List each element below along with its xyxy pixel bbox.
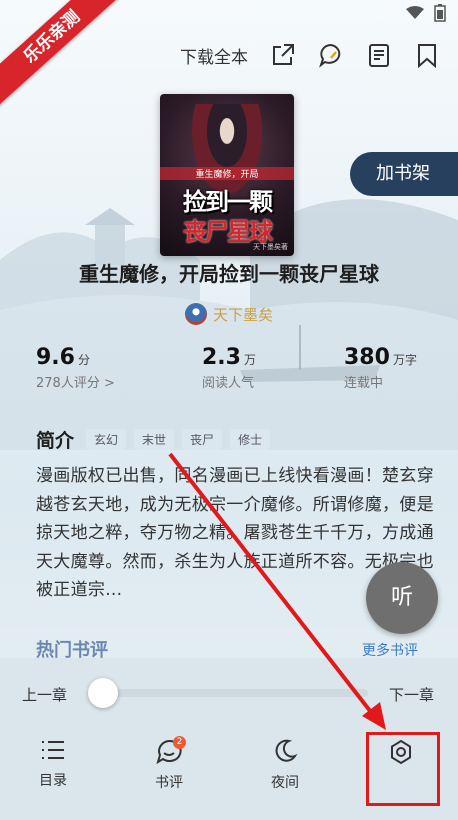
popularity-value: 2.3 bbox=[202, 345, 241, 370]
next-chapter-button[interactable]: 下一章 bbox=[389, 684, 434, 705]
author-avatar bbox=[184, 303, 207, 325]
nav-toc-label: 目录 bbox=[39, 773, 67, 789]
author-row[interactable]: 天下墨矣 bbox=[0, 303, 458, 325]
review-count-badge: 2 bbox=[173, 736, 186, 749]
nav-toc[interactable]: 目录 bbox=[18, 738, 88, 790]
detail-icon[interactable] bbox=[366, 42, 392, 68]
annotation-highlight-box bbox=[366, 732, 440, 806]
nav-night-mode[interactable]: 夜间 bbox=[250, 738, 320, 792]
cover-figure bbox=[192, 104, 262, 194]
rating-value: 9.6 bbox=[36, 345, 75, 370]
nav-reviews-label: 书评 bbox=[155, 775, 183, 791]
book-title: 重生魔修，开局捡到一颗丧尸星球 bbox=[79, 262, 379, 286]
menu-icon bbox=[42, 741, 64, 759]
tag[interactable]: 丧尸 bbox=[182, 429, 223, 450]
chapter-progress-slider[interactable] bbox=[96, 689, 368, 697]
share-icon[interactable] bbox=[270, 42, 296, 68]
intro-header: 简介 玄幻 末世 丧尸 修士 bbox=[36, 426, 271, 453]
slider-handle[interactable] bbox=[88, 678, 118, 708]
intro-title: 简介 bbox=[36, 430, 75, 452]
cover-subtitle: 重生魔修，开局 bbox=[160, 167, 294, 180]
comment-icon[interactable] bbox=[318, 42, 344, 68]
moon-icon bbox=[275, 739, 298, 762]
top-toolbar: 下载全本 bbox=[180, 42, 440, 68]
tag[interactable]: 末世 bbox=[134, 429, 175, 450]
listen-button[interactable]: 听 bbox=[366, 562, 438, 634]
author-name[interactable]: 天下墨矣 bbox=[213, 304, 273, 325]
nav-night-label: 夜间 bbox=[271, 775, 299, 791]
nav-reviews[interactable]: 2 书评 bbox=[134, 736, 204, 792]
battery-icon bbox=[434, 4, 446, 22]
popularity-unit: 万 bbox=[243, 353, 256, 367]
download-all-button[interactable]: 下载全本 bbox=[180, 43, 248, 68]
status-icons bbox=[406, 4, 446, 22]
rating-unit: 分 bbox=[77, 353, 90, 367]
serial-status: 连载中 bbox=[344, 376, 384, 391]
wordcount-value: 380 bbox=[344, 345, 390, 370]
bookmark-icon[interactable] bbox=[414, 42, 440, 68]
stat-wordcount: 380 万字 连载中 bbox=[344, 345, 417, 391]
tag[interactable]: 修士 bbox=[230, 429, 271, 450]
more-reviews-link[interactable]: 更多书评 bbox=[362, 640, 418, 660]
rating-count: 278人评分 > bbox=[36, 376, 115, 391]
add-to-shelf-button[interactable]: 加书架 bbox=[350, 152, 458, 196]
headphone-label: 听 bbox=[390, 585, 413, 610]
stat-popularity: 2.3 万 阅读人气 bbox=[202, 345, 256, 391]
popularity-label: 阅读人气 bbox=[202, 376, 255, 391]
cover-author: 天下墨矣著 bbox=[253, 243, 288, 251]
tag[interactable]: 玄幻 bbox=[86, 429, 127, 450]
book-cover[interactable]: 重生魔修，开局 捡到一颗 丧尸星球 天下墨矣著 bbox=[160, 94, 294, 256]
wifi-icon bbox=[406, 6, 424, 19]
wordcount-unit: 万字 bbox=[392, 353, 417, 367]
stat-rating[interactable]: 9.6 分 278人评分 > bbox=[36, 345, 115, 391]
prev-chapter-button[interactable]: 上一章 bbox=[22, 684, 67, 705]
